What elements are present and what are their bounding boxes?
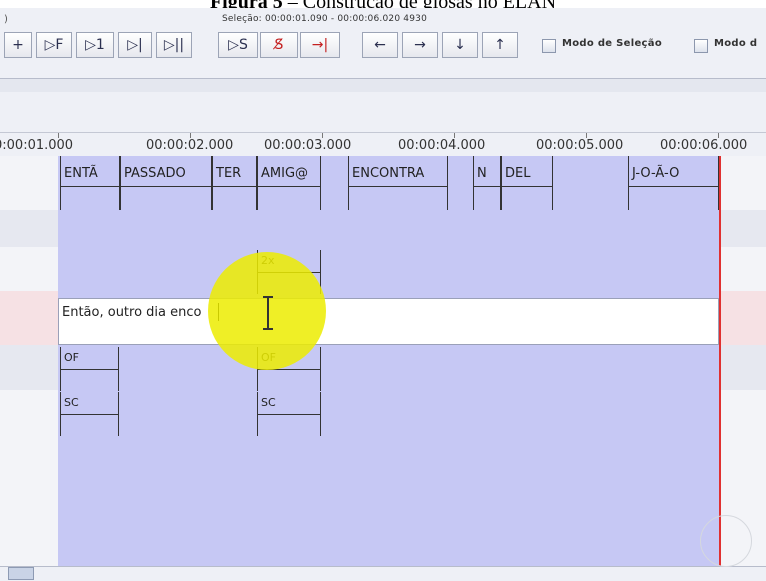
arrow-down-button[interactable]: ↓ [442,32,478,58]
ruler-tick: 00:00:05.000 [536,138,624,153]
scrollbar-thumb[interactable] [8,567,34,580]
play-to-end-button[interactable]: ▷| [118,32,152,58]
of-annotation[interactable]: OF [60,347,119,391]
ruler-tick: 00:00:03.000 [264,138,352,153]
arrow-up-button[interactable]: ↑ [482,32,518,58]
play-selection-button[interactable]: ▷S [218,32,258,58]
selection-mode-label: Modo de Seleção [562,38,662,49]
mode-checkbox[interactable] [694,39,708,53]
play-frame-button[interactable]: ▷F [36,32,72,58]
gloss-annotation[interactable]: N [473,156,501,210]
gloss-annotation[interactable]: ENCONTRA [348,156,448,210]
time-ruler[interactable]: 0:00:01.000 00:00:02.000 00:00:03.000 00… [0,132,766,157]
selection-readout: Seleção: 00:00:01.090 - 00:00:06.020 493… [222,14,428,24]
gloss-annotation[interactable]: PASSADO [120,156,212,210]
gloss-annotation[interactable]: J-O-Ã-O [628,156,719,210]
arrow-left-button[interactable]: ← [362,32,398,58]
pause-button[interactable]: ▷|| [156,32,192,58]
gloss-annotation[interactable]: AMIG@ [257,156,321,210]
elan-window: ) Seleção: 00:00:01.090 - 00:00:06.020 4… [0,8,766,581]
watermark-logo [700,515,752,567]
annotation-edit-field[interactable]: Então, outro dia enco [58,298,719,345]
text-cursor-icon [263,296,273,330]
mode-label: Modo d [714,38,758,49]
empty-panel [0,92,766,132]
gloss-annotation[interactable]: ENTÃ [60,156,120,210]
add-button[interactable]: + [4,32,32,58]
gloss-annotation[interactable]: TER [212,156,257,210]
selection-mode-checkbox[interactable] [542,39,556,53]
play-one-button[interactable]: ▷1 [76,32,114,58]
ruler-tick: 00:00:04.000 [398,138,486,153]
annotation-timeline[interactable]: ENTÃ PASSADO TER AMIG@ ENCONTRA N DEL J-… [0,156,766,566]
sc-annotation[interactable]: SC [60,392,119,436]
truncated-text: ) [4,14,8,25]
ruler-tick: 00:00:02.000 [146,138,234,153]
ruler-tick: 00:00:06.000 [660,138,748,153]
playhead-line[interactable] [719,156,721,566]
arrow-right-button[interactable]: → [402,32,438,58]
horizontal-scrollbar[interactable] [0,566,766,581]
ruler-tick: 0:00:01.000 [0,138,74,153]
go-to-selection-end-button[interactable]: →| [300,32,340,58]
sc-annotation[interactable]: SC [257,392,321,436]
selection-region[interactable] [58,156,720,566]
clear-selection-button[interactable]: S̸ [260,32,298,58]
gloss-annotation[interactable]: DEL [501,156,553,210]
